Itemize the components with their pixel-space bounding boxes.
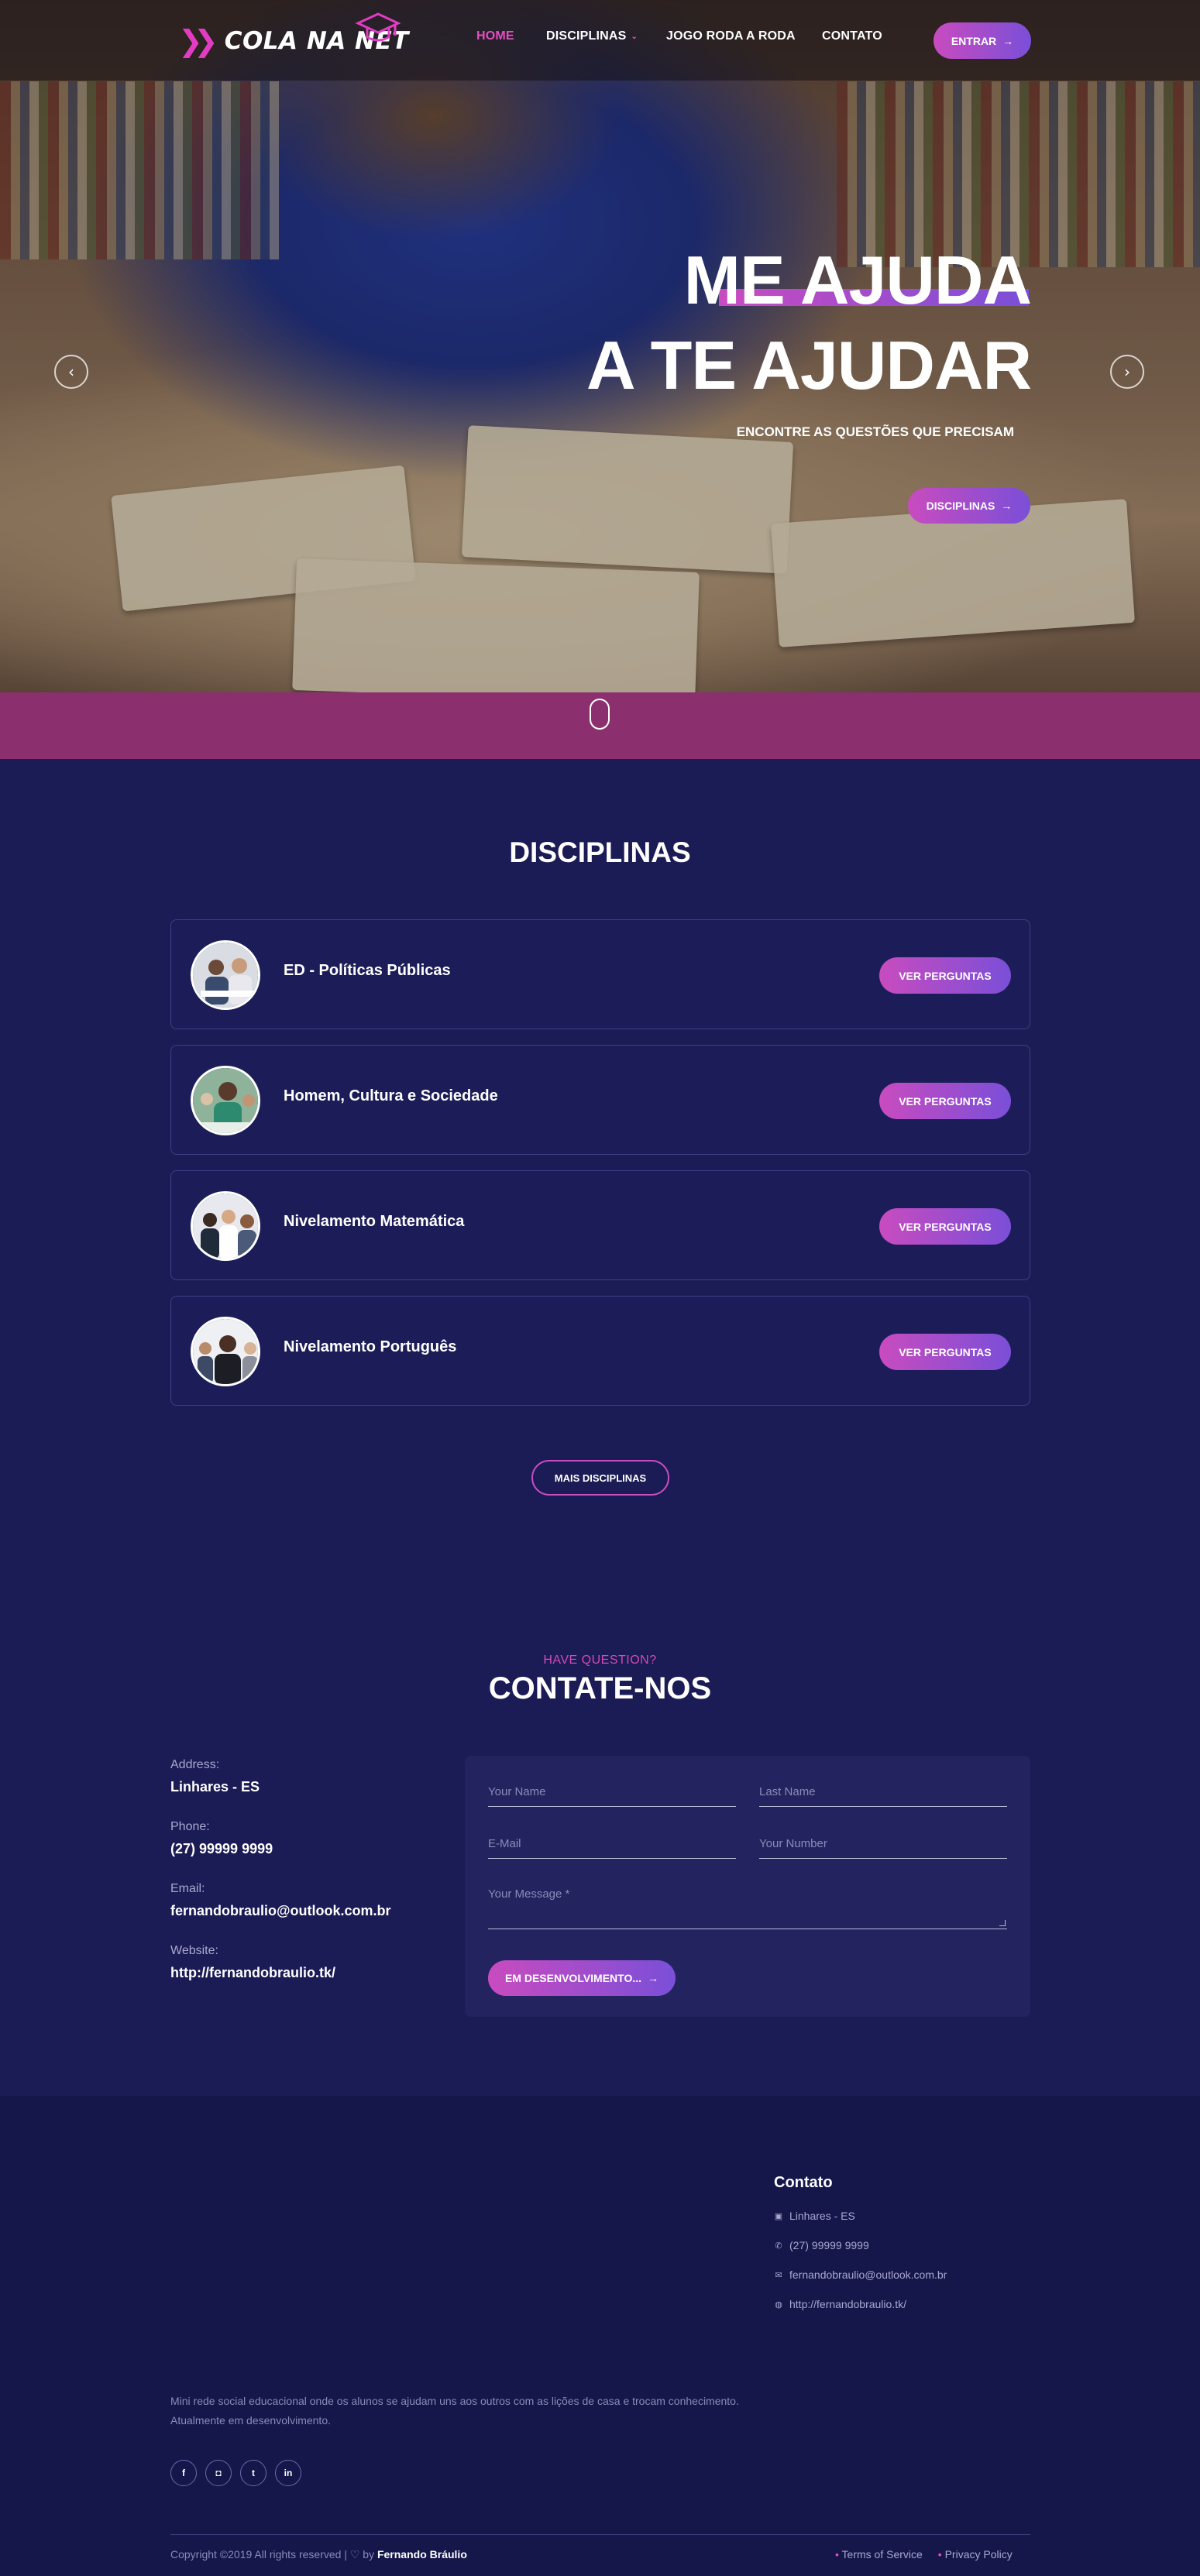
hero-title-line1: ME AJUDA bbox=[683, 242, 1032, 318]
mais-disciplinas-button[interactable]: MAIS DISCIPLINAS bbox=[531, 1460, 669, 1496]
email-label: Email: bbox=[170, 1882, 205, 1895]
disciplina-avatar bbox=[191, 1066, 260, 1135]
footer-links: Terms of Service Privacy Policy bbox=[835, 2548, 1013, 2561]
terms-link[interactable]: Terms of Service bbox=[835, 2548, 923, 2561]
map-icon: ▣ bbox=[774, 2211, 783, 2221]
copyright-prefix: Copyright ©2019 All rights reserved | ♡ … bbox=[170, 2548, 375, 2561]
message-textarea[interactable]: Your Message * bbox=[488, 1887, 1007, 1929]
nav-item-label: DISCIPLINAS bbox=[546, 29, 627, 43]
disciplina-name: Nivelamento Português bbox=[284, 1338, 457, 1355]
contact-eyebrow: HAVE QUESTION? bbox=[543, 1654, 657, 1667]
twitter-icon[interactable]: t bbox=[240, 2460, 266, 2486]
facebook-icon[interactable]: f bbox=[170, 2460, 197, 2486]
site-header: ❯❯ COLA NA NET HOME DISCIPLINAS ⌄ JOGO R… bbox=[0, 0, 1200, 81]
nav-item-jogo-roda-a-roda[interactable]: JOGO RODA A RODA bbox=[666, 29, 796, 43]
scroll-mouse-icon[interactable] bbox=[590, 699, 610, 730]
first-name-field[interactable]: Your Name bbox=[488, 1785, 736, 1807]
footer-address-text: Linhares - ES bbox=[789, 2210, 855, 2222]
slider-next-button[interactable]: › bbox=[1110, 355, 1144, 389]
enter-button[interactable]: ENTRAR → bbox=[934, 22, 1031, 59]
footer-phone-text: (27) 99999 9999 bbox=[789, 2239, 869, 2251]
arrow-right-icon: → bbox=[1002, 34, 1014, 47]
mail-icon: ✉ bbox=[775, 2270, 782, 2280]
email-value[interactable]: fernandobraulio@outlook.com.br bbox=[170, 1903, 391, 1919]
copyright-author[interactable]: Fernando Bráulio bbox=[377, 2548, 467, 2561]
footer-email-text: fernandobraulio@outlook.com.br bbox=[789, 2269, 947, 2281]
enter-button-label: ENTRAR bbox=[951, 34, 997, 47]
linkedin-icon[interactable]: in bbox=[275, 2460, 301, 2486]
number-field[interactable]: Your Number bbox=[759, 1837, 1007, 1859]
footer-divider bbox=[170, 2534, 1030, 2535]
hero-disciplinas-button[interactable]: DISCIPLINAS → bbox=[908, 488, 1030, 524]
chevron-right-icon: › bbox=[1124, 362, 1130, 381]
footer-heading: Contato bbox=[774, 2174, 833, 2191]
hero-button-label: DISCIPLINAS bbox=[926, 500, 995, 512]
arrow-right-icon: → bbox=[1001, 500, 1013, 512]
disciplina-name: Homem, Cultura e Sociedade bbox=[284, 1087, 498, 1104]
disciplina-name: Nivelamento Matemática bbox=[284, 1213, 465, 1230]
slider-prev-button[interactable]: ‹ bbox=[54, 355, 88, 389]
submit-button[interactable]: EM DESENVOLVIMENTO... → bbox=[488, 1960, 676, 1996]
footer-website[interactable]: ◍ http://fernandobraulio.tk/ bbox=[774, 2298, 906, 2310]
arrow-right-icon: → bbox=[648, 1972, 659, 1984]
globe-icon: ◍ bbox=[775, 2300, 782, 2310]
last-name-field[interactable]: Last Name bbox=[759, 1785, 1007, 1807]
chevron-left-icon: ‹ bbox=[68, 362, 74, 381]
address-value: Linhares - ES bbox=[170, 1779, 260, 1795]
phone-icon: ✆ bbox=[775, 2241, 782, 2251]
hero-subtitle: ENCONTRE AS QUESTÕES QUE PRECISAM bbox=[736, 424, 1014, 439]
website-value[interactable]: http://fernandobraulio.tk/ bbox=[170, 1965, 335, 1981]
disciplina-avatar bbox=[191, 1191, 260, 1261]
resize-handle-icon[interactable] bbox=[999, 1920, 1006, 1926]
graduation-cap-icon bbox=[355, 12, 401, 42]
website-label: Website: bbox=[170, 1944, 218, 1957]
disciplina-card: Nivelamento Matemática VER PERGUNTAS bbox=[170, 1170, 1030, 1280]
message-placeholder: Your Message * bbox=[488, 1887, 570, 1901]
privacy-link[interactable]: Privacy Policy bbox=[938, 2548, 1013, 2561]
nav-item-disciplinas[interactable]: DISCIPLINAS ⌄ bbox=[546, 29, 638, 43]
disciplinas-title: DISCIPLINAS bbox=[509, 836, 691, 868]
hero-section: ME AJUDA A TE AJUDAR ENCONTRE AS QUESTÕE… bbox=[0, 0, 1200, 692]
email-field[interactable]: E-Mail bbox=[488, 1837, 736, 1859]
footer-description-line: Mini rede social educacional onde os alu… bbox=[170, 2395, 739, 2407]
disciplina-card: ED - Políticas Públicas VER PERGUNTAS bbox=[170, 919, 1030, 1029]
phone-label: Phone: bbox=[170, 1820, 210, 1833]
disciplina-card: Nivelamento Português VER PERGUNTAS bbox=[170, 1296, 1030, 1406]
footer-email[interactable]: ✉ fernandobraulio@outlook.com.br bbox=[774, 2269, 947, 2281]
site-footer bbox=[0, 2096, 1200, 2576]
phone-value: (27) 99999 9999 bbox=[170, 1841, 273, 1856]
ver-perguntas-button[interactable]: VER PERGUNTAS bbox=[879, 1334, 1011, 1370]
chevron-down-icon: ⌄ bbox=[631, 32, 638, 41]
footer-address: ▣ Linhares - ES bbox=[774, 2210, 855, 2222]
instagram-icon[interactable]: ◘ bbox=[205, 2460, 232, 2486]
contact-title: CONTATE-NOS bbox=[488, 1671, 712, 1705]
disciplina-avatar bbox=[191, 1317, 260, 1386]
ver-perguntas-button[interactable]: VER PERGUNTAS bbox=[879, 1083, 1011, 1119]
contact-form: Your Name Last Name E-Mail Your Number Y… bbox=[465, 1756, 1030, 2017]
site-logo[interactable]: ❯❯ COLA NA NET bbox=[178, 12, 409, 68]
disciplina-card: Homem, Cultura e Sociedade VER PERGUNTAS bbox=[170, 1045, 1030, 1155]
footer-description-line: Atualmente em desenvolvimento. bbox=[170, 2414, 331, 2427]
copyright: Copyright ©2019 All rights reserved | ♡ … bbox=[170, 2548, 467, 2561]
nav-item-contato[interactable]: CONTATO bbox=[822, 29, 882, 43]
footer-website-text: http://fernandobraulio.tk/ bbox=[789, 2298, 906, 2310]
address-label: Address: bbox=[170, 1758, 220, 1771]
hero-title-line2: A TE AJUDAR bbox=[586, 327, 1032, 404]
footer-phone[interactable]: ✆ (27) 99999 9999 bbox=[774, 2239, 869, 2251]
submit-button-label: EM DESENVOLVIMENTO... bbox=[504, 1972, 642, 1984]
ver-perguntas-button[interactable]: VER PERGUNTAS bbox=[879, 1208, 1011, 1245]
disciplina-name: ED - Políticas Públicas bbox=[284, 962, 451, 979]
nav-item-home[interactable]: HOME bbox=[476, 29, 514, 43]
disciplina-avatar bbox=[191, 940, 260, 1010]
ver-perguntas-button[interactable]: VER PERGUNTAS bbox=[879, 957, 1011, 994]
logo-chevrons-icon: ❯❯ bbox=[178, 24, 218, 58]
footer-description: Mini rede social educacional onde os alu… bbox=[170, 2392, 744, 2430]
